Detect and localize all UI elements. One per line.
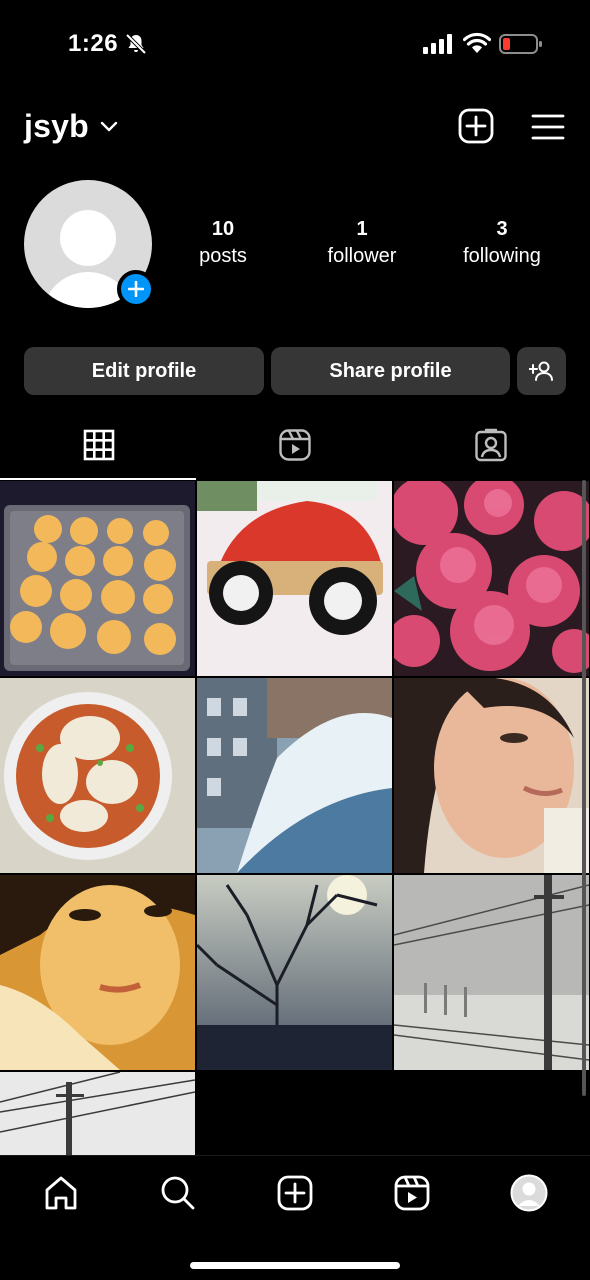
scrollbar[interactable] <box>582 480 586 1096</box>
profile-avatar-icon[interactable] <box>510 1174 548 1212</box>
profile-avatar[interactable] <box>24 180 155 310</box>
reels-icon[interactable] <box>393 1174 431 1212</box>
foggy-railway-image <box>394 875 589 1070</box>
bare-tree-image <box>197 875 392 1070</box>
home-icon[interactable] <box>42 1174 80 1212</box>
profile-tabs <box>0 420 590 480</box>
following-count[interactable]: 3 following <box>442 218 562 268</box>
create-icon[interactable] <box>276 1174 314 1212</box>
post-thumbnail[interactable] <box>197 678 392 873</box>
share-profile-button[interactable]: Share profile <box>271 347 510 395</box>
tagged-icon[interactable] <box>474 428 508 462</box>
post-thumbnail[interactable] <box>394 875 589 1070</box>
battery-icon <box>499 34 542 54</box>
add-story-button[interactable] <box>117 270 155 308</box>
plus-icon <box>128 281 144 297</box>
posts-label: posts <box>199 245 247 267</box>
plus-square-icon[interactable] <box>458 108 494 144</box>
chevron-down-icon[interactable] <box>100 120 118 134</box>
post-thumbnail[interactable] <box>197 481 392 676</box>
username-switcher[interactable]: jsyb <box>24 108 89 145</box>
cellular-signal-icon <box>423 34 452 54</box>
power-lines-image <box>0 1072 195 1156</box>
post-thumbnail[interactable] <box>0 678 195 873</box>
status-time: 1:26 <box>68 30 119 57</box>
search-icon[interactable] <box>159 1174 197 1212</box>
followers-count[interactable]: 1 follower <box>302 218 422 268</box>
tray-of-baked-puffs-image <box>0 481 195 676</box>
snowy-window-view-image <box>197 678 392 873</box>
red-toy-car-image <box>197 481 392 676</box>
followers-number: 1 <box>356 218 368 240</box>
following-number: 3 <box>496 218 508 240</box>
status-bar: 1:26 <box>0 0 590 88</box>
pink-carnations-image <box>394 481 589 676</box>
discover-people-button[interactable] <box>517 347 566 395</box>
bell-slash-icon <box>125 33 147 55</box>
selfie-image <box>394 678 589 873</box>
post-thumbnail[interactable] <box>0 1072 195 1156</box>
bottom-navigation <box>0 1155 590 1280</box>
posts-count[interactable]: 10 posts <box>163 218 283 268</box>
grid-icon[interactable] <box>82 428 116 462</box>
yellow-tint-face-image <box>0 875 195 1070</box>
followers-label: follower <box>327 245 397 267</box>
following-label: following <box>463 245 541 267</box>
post-thumbnail[interactable] <box>197 875 392 1070</box>
post-thumbnail[interactable] <box>394 678 589 873</box>
posts-number: 10 <box>211 218 235 240</box>
profile-header: jsyb <box>0 100 590 156</box>
post-thumbnail[interactable] <box>394 481 589 676</box>
hamburger-menu-icon[interactable] <box>531 112 565 142</box>
dumpling-soup-image <box>0 678 195 873</box>
edit-profile-button[interactable]: Edit profile <box>24 347 264 395</box>
add-person-icon <box>529 361 553 381</box>
wifi-icon <box>463 32 491 53</box>
reels-icon[interactable] <box>278 428 312 462</box>
active-tab-indicator <box>0 478 196 480</box>
post-thumbnail[interactable] <box>0 481 195 676</box>
home-indicator <box>190 1262 400 1269</box>
post-thumbnail[interactable] <box>0 875 195 1070</box>
